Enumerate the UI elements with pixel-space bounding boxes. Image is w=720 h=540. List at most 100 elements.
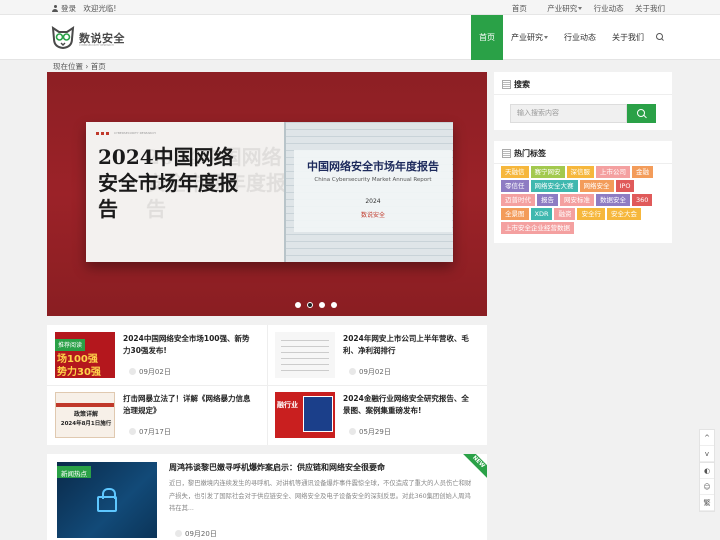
traditional-chinese-toggle[interactable]: 繁: [700, 495, 714, 511]
nav-news[interactable]: 行业动态: [556, 15, 604, 60]
news-date: 09月20日: [175, 530, 217, 538]
article-title[interactable]: 2024中国网络安全市场100强、新势力30强发布!: [123, 333, 253, 357]
report-panel: 中国网络安全市场年度报告 China Cybersecurity Market …: [294, 150, 452, 232]
thumb-text: 2024年8月1日施行: [60, 421, 112, 427]
tag-link[interactable]: 报告: [537, 194, 558, 206]
featured-cards: 推荐阅读 场100强 势力30强 2024中国网络安全市场100强、新势力30强…: [47, 325, 487, 445]
tag-link[interactable]: 赛宁网安: [530, 166, 565, 178]
theme-toggle-icon[interactable]: ◐: [700, 463, 714, 479]
banner-slide[interactable]: CYBERSECURITY RESEARCH 2024中国网络安全市场年度报告 …: [86, 122, 453, 262]
top-link-home[interactable]: 首页: [512, 4, 527, 13]
carousel-dot-active[interactable]: [307, 302, 313, 308]
tag-link[interactable]: 上市安全企业经营数据: [501, 222, 574, 234]
top-links: 首页 产业研究 行业动态 关于我们: [503, 3, 665, 14]
article-thumbnail[interactable]: 融行业: [275, 392, 335, 438]
search-icon[interactable]: [652, 15, 668, 60]
banner-carousel[interactable]: CYBERSECURITY RESEARCH 2024中国网络安全市场年度报告 …: [47, 72, 487, 316]
article-date: 07月17日: [129, 428, 171, 436]
tag-link[interactable]: 网络安全大赛: [530, 180, 578, 192]
tag-link[interactable]: 360: [632, 194, 653, 206]
carousel-pagination: [295, 301, 343, 310]
tag-link[interactable]: 数据安全: [596, 194, 630, 206]
article-card[interactable]: 2024年网安上市公司上半年营收、毛利、净利润排行 09月02日: [267, 325, 487, 385]
thumb-text: 融行业: [277, 401, 298, 409]
site-header: 数说安全 CYBERSECURITY RESEARCH 首页 产业研究 行业动态…: [0, 15, 720, 60]
tag-cloud: 天融信 赛宁网安 深信服 上市公司 金融零信任 网络安全大赛 网络安全 IPO 迈普时代 报告 网安…: [501, 166, 669, 236]
news-excerpt: 近日，黎巴嫩境内连续发生的寻呼机、对讲机等通讯设备爆炸事件震惊全球，不仅造成了重…: [169, 480, 472, 512]
tag-link[interactable]: 零信任: [501, 180, 529, 192]
news-tag: 新闻热点: [57, 466, 91, 478]
report-cover: 中国网络安全市场年度报告 China Cybersecurity Market …: [284, 122, 453, 262]
widget-title: 搜索: [502, 79, 530, 90]
site-logo[interactable]: 数说安全 CYBERSECURITY RESEARCH: [50, 24, 125, 50]
article-thumbnail[interactable]: 政策详解 2024年8月1日施行: [55, 392, 115, 438]
chevron-down-icon: [544, 36, 548, 39]
tag-link[interactable]: 天融信: [501, 166, 529, 178]
report-title: 中国网络安全市场年度报告: [307, 160, 439, 173]
thumb-text: 政策详解: [73, 411, 98, 418]
login-link[interactable]: 登录: [61, 4, 76, 13]
article-card[interactable]: 推荐阅读 场100强 势力30强 2024中国网络安全市场100强、新势力30强…: [47, 325, 267, 385]
screen-illustration: [303, 396, 333, 432]
top-link-about[interactable]: 关于我们: [635, 4, 665, 13]
news-title[interactable]: 周鸿祎谈黎巴嫩寻呼机爆炸案启示：供应链和网络安全很要命: [169, 462, 469, 473]
decorative-dots: CYBERSECURITY RESEARCH: [96, 128, 156, 137]
tag-link[interactable]: 网安标准: [560, 194, 594, 206]
nav-research-label: 产业研究: [511, 33, 543, 42]
article-date: 05月29日: [349, 428, 391, 436]
float-toolbar: ^ v: [699, 429, 715, 463]
tag-link[interactable]: 融资: [554, 208, 576, 220]
login-area: 登录 欢迎光临!: [52, 3, 116, 14]
top-link-research[interactable]: 产业研究: [538, 4, 583, 13]
welcome-text: 欢迎光临!: [83, 4, 117, 13]
article-thumbnail[interactable]: [275, 332, 335, 378]
top-link-news[interactable]: 行业动态: [594, 4, 624, 13]
tag-link[interactable]: 上市公司: [596, 166, 630, 178]
nav-research[interactable]: 产业研究: [503, 15, 556, 60]
carousel-dot[interactable]: [319, 302, 325, 308]
tag-link[interactable]: 迈普时代: [501, 194, 535, 206]
tag-link[interactable]: 网络安全: [579, 180, 614, 192]
scroll-top-icon[interactable]: ^: [700, 430, 714, 446]
float-toolbar: ◐ ☺ 繁: [699, 462, 715, 512]
top-link-research-label: 产业研究: [547, 4, 578, 13]
tag-link[interactable]: 金融: [632, 166, 653, 178]
decorative-dots-label: CYBERSECURITY RESEARCH: [114, 131, 156, 135]
owl-logo-icon: [51, 26, 75, 50]
article-title[interactable]: 2024年网安上市公司上半年营收、毛利、净利润排行: [343, 333, 473, 357]
carousel-dot[interactable]: [295, 302, 301, 308]
lock-icon: [97, 488, 117, 512]
thumb-text: 势力30强: [57, 367, 101, 378]
article-date: 09月02日: [349, 368, 391, 376]
tag-link[interactable]: IPO: [615, 180, 635, 192]
report-label: 数说安全: [360, 212, 385, 219]
scroll-bottom-icon[interactable]: v: [700, 446, 714, 462]
tag-link[interactable]: XDR: [530, 208, 553, 220]
tag-link[interactable]: 安全行: [577, 208, 605, 220]
search-button[interactable]: [627, 104, 656, 123]
nav-home[interactable]: 首页: [471, 15, 503, 60]
search-input[interactable]: 输入搜索内容: [510, 104, 627, 123]
article-card[interactable]: 融行业 2024金融行业网络安全研究报告、全景图、案例集重磅发布! 05月29日: [267, 385, 487, 445]
article-title[interactable]: 打击网暴立法了！详解《网络暴力信息治理规定》: [123, 393, 253, 417]
report-subtitle: China Cybersecurity Market Annual Report: [314, 177, 432, 183]
poster-title: 2024中国网络安全市场年度报告: [98, 145, 238, 221]
tags-widget: 热门标签 天融信 赛宁网安 深信服 上市公司 金融零信任 网络安全大赛 网络安全 IPO 迈普时…: [494, 141, 672, 243]
article-date: 09月02日: [129, 368, 171, 376]
contact-icon[interactable]: ☺: [700, 479, 714, 495]
news-thumbnail[interactable]: 新闻热点: [57, 462, 157, 538]
tag-link[interactable]: 深信服: [566, 166, 594, 178]
article-thumbnail[interactable]: 推荐阅读 场100强 势力30强: [55, 332, 115, 378]
carousel-dot[interactable]: [331, 302, 337, 308]
breadcrumb: 现在位置 › 首页: [53, 62, 106, 71]
tag-link[interactable]: 安全大会: [606, 208, 641, 220]
tag-link[interactable]: 全景图: [501, 208, 529, 220]
news-list-item[interactable]: 新闻热点 周鸿祎谈黎巴嫩寻呼机爆炸案启示：供应链和网络安全很要命 近日，黎巴嫩境…: [47, 454, 487, 540]
widget-title: 热门标签: [502, 148, 546, 159]
nav-about[interactable]: 关于我们: [604, 15, 652, 60]
user-icon: [52, 5, 58, 12]
chevron-down-icon: [578, 7, 583, 10]
main-nav: 首页 产业研究 行业动态 关于我们: [471, 15, 668, 60]
article-title[interactable]: 2024金融行业网络安全研究报告、全景图、案例集重磅发布!: [343, 393, 473, 417]
article-card[interactable]: 政策详解 2024年8月1日施行 打击网暴立法了！详解《网络暴力信息治理规定》 …: [47, 385, 267, 445]
